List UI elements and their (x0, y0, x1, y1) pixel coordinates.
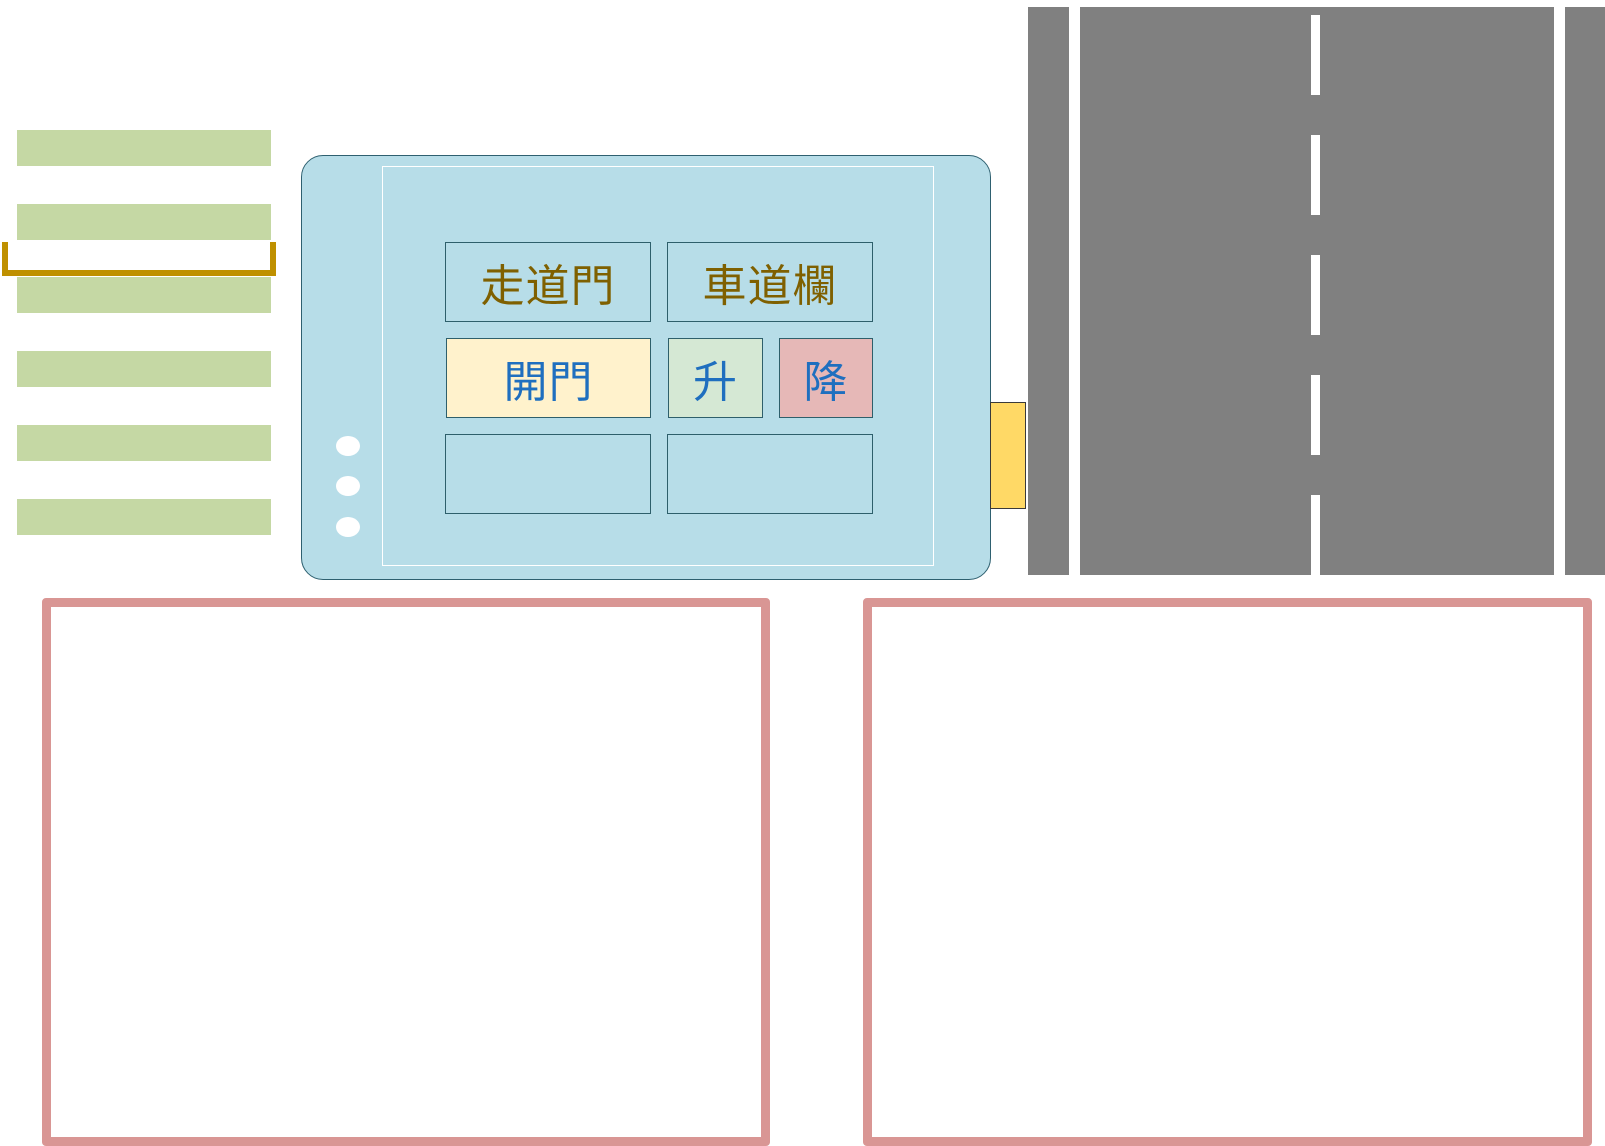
road-edge-line (1069, 7, 1080, 575)
open-door-button-label: 開門 (503, 357, 594, 408)
walkway-gate-label: 走道門 (480, 261, 616, 312)
road-center-dash (1311, 135, 1320, 215)
crosswalk-stripe (17, 499, 271, 535)
vehicle-barrier-header: 車道欄 (667, 242, 873, 322)
vehicle-empty-slot[interactable] (667, 434, 873, 514)
walkway-empty-slot[interactable] (445, 434, 651, 514)
raise-barrier-button-label: 升 (693, 357, 738, 408)
lower-barrier-button[interactable]: 降 (779, 338, 873, 418)
crosswalk-stripe (17, 425, 271, 461)
walkway-gate-header: 走道門 (445, 242, 651, 322)
crosswalk-stripe (17, 130, 271, 166)
road-center-dash (1311, 495, 1320, 575)
road-center-dash (1311, 375, 1320, 455)
walkway-gate-bar (2, 242, 276, 276)
tablet-indicator-dot (336, 476, 360, 496)
walkway-camera-frame (42, 598, 770, 1146)
tablet-indicator-dot (336, 436, 360, 456)
raise-barrier-button[interactable]: 升 (668, 338, 763, 418)
crosswalk-stripe (17, 204, 271, 240)
roadway-camera-frame (863, 598, 1592, 1146)
tablet-indicator-dot (336, 517, 360, 537)
road-center-dash (1311, 15, 1320, 95)
lower-barrier-button-label: 降 (803, 357, 849, 408)
road-edge-line (1554, 7, 1565, 575)
open-door-button[interactable]: 開門 (446, 338, 651, 418)
vehicle-barrier-label: 車道欄 (702, 261, 838, 312)
crosswalk-stripe (17, 351, 271, 387)
road-center-dash (1311, 255, 1320, 335)
barrier-sensor (990, 402, 1026, 509)
crosswalk-stripe (17, 277, 271, 313)
